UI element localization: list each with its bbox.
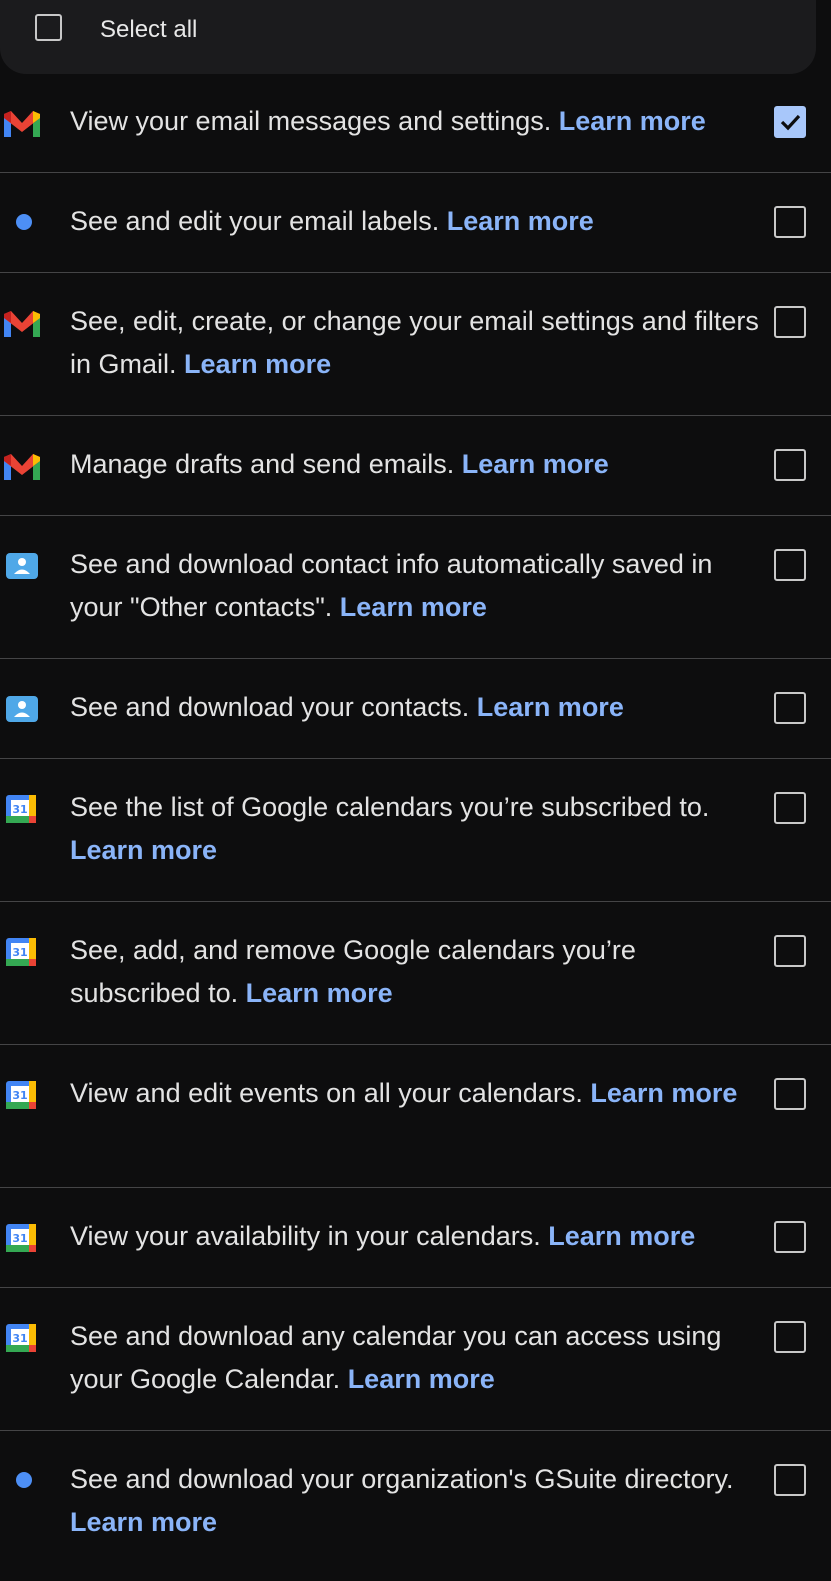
permission-checkbox[interactable] (774, 1464, 806, 1496)
learn-more-link[interactable]: Learn more (184, 349, 331, 379)
svg-text:31: 31 (12, 946, 27, 959)
permission-row: See, edit, create, or change your email … (0, 274, 831, 416)
svg-text:31: 31 (12, 1332, 27, 1345)
permission-description: See and download your organization's GSu… (70, 1464, 734, 1494)
calendar-icon: 31 (2, 934, 42, 968)
permission-text: View and edit events on all your calenda… (70, 1072, 760, 1115)
permission-text: See and download any calendar you can ac… (70, 1315, 760, 1401)
permission-checkbox[interactable] (774, 792, 806, 824)
select-all-checkbox[interactable] (35, 14, 62, 41)
blue-dot-icon (2, 1463, 42, 1497)
gmail-icon (2, 305, 42, 339)
select-all-bar: Select all (0, 0, 816, 74)
gmail-icon (2, 105, 42, 139)
permission-checkbox[interactable] (774, 1321, 806, 1353)
calendar-icon: 31 (2, 791, 42, 825)
permission-checkbox[interactable] (774, 1221, 806, 1253)
calendar-icon: 31 (2, 1220, 42, 1254)
learn-more-link[interactable]: Learn more (447, 206, 594, 236)
permission-row: View your email messages and settings. L… (0, 74, 831, 173)
svg-text:31: 31 (12, 803, 27, 816)
learn-more-link[interactable]: Learn more (477, 692, 624, 722)
select-all-label[interactable]: Select all (100, 16, 197, 44)
permission-description: See, edit, create, or change your email … (70, 306, 759, 379)
calendar-icon: 31 (2, 1077, 42, 1111)
permission-text: See and edit your email labels. Learn mo… (70, 200, 760, 243)
permission-description: See and edit your email labels. (70, 206, 440, 236)
permission-row: 31 View and edit events on all your calen… (0, 1046, 831, 1188)
learn-more-link[interactable]: Learn more (70, 1507, 217, 1537)
permission-row: 31 See, add, and remove Google calendars … (0, 903, 831, 1045)
contacts-icon (2, 548, 42, 582)
learn-more-link[interactable]: Learn more (590, 1078, 737, 1108)
permission-text: See and download your contacts. Learn mo… (70, 686, 760, 729)
permission-text: See and download your organization's GSu… (70, 1458, 760, 1544)
permission-text: See, edit, create, or change your email … (70, 300, 760, 386)
permission-checkbox[interactable] (774, 549, 806, 581)
checkmark-icon (780, 114, 801, 131)
permission-checkbox[interactable] (774, 306, 806, 338)
permission-text: See and download contact info automatica… (70, 543, 760, 629)
calendar-icon: 31 (2, 1320, 42, 1354)
learn-more-link[interactable]: Learn more (70, 835, 217, 865)
permission-checkbox[interactable] (774, 106, 806, 138)
permission-text: View your availability in your calendars… (70, 1215, 760, 1258)
blue-dot-icon (2, 205, 42, 239)
permission-checkbox[interactable] (774, 206, 806, 238)
contacts-icon (2, 691, 42, 725)
permission-checkbox[interactable] (774, 692, 806, 724)
learn-more-link[interactable]: Learn more (462, 449, 609, 479)
permission-text: See the list of Google calendars you’re … (70, 786, 760, 872)
permission-checkbox[interactable] (774, 449, 806, 481)
permission-text: View your email messages and settings. L… (70, 100, 760, 143)
gmail-icon (2, 448, 42, 482)
permission-text: Manage drafts and send emails. Learn mor… (70, 443, 760, 486)
learn-more-link[interactable]: Learn more (246, 978, 393, 1008)
learn-more-link[interactable]: Learn more (340, 592, 487, 622)
permission-description: View and edit events on all your calenda… (70, 1078, 583, 1108)
permission-row: 31 See and download any calendar you can … (0, 1289, 831, 1431)
permission-description: See and download your contacts. (70, 692, 470, 722)
svg-text:31: 31 (12, 1089, 27, 1102)
permission-row: See and download your contacts. Learn mo… (0, 660, 831, 759)
permission-description: View your availability in your calendars… (70, 1221, 541, 1251)
permission-row: 31 View your availability in your calenda… (0, 1189, 831, 1288)
learn-more-link[interactable]: Learn more (348, 1364, 495, 1394)
permission-checkbox[interactable] (774, 935, 806, 967)
learn-more-link[interactable]: Learn more (559, 106, 706, 136)
learn-more-link[interactable]: Learn more (548, 1221, 695, 1251)
permission-checkbox[interactable] (774, 1078, 806, 1110)
permission-row: See and download contact info automatica… (0, 517, 831, 659)
permission-row: See and download your organization's GSu… (0, 1432, 831, 1581)
permission-row: Manage drafts and send emails. Learn mor… (0, 417, 831, 516)
permission-row: 31 See the list of Google calendars you’r… (0, 760, 831, 902)
permission-row: See and edit your email labels. Learn mo… (0, 174, 831, 273)
permission-description: View your email messages and settings. (70, 106, 552, 136)
svg-text:31: 31 (12, 1232, 27, 1245)
permission-description: Manage drafts and send emails. (70, 449, 455, 479)
permission-text: See, add, and remove Google calendars yo… (70, 929, 760, 1015)
permission-description: See the list of Google calendars you’re … (70, 792, 710, 822)
